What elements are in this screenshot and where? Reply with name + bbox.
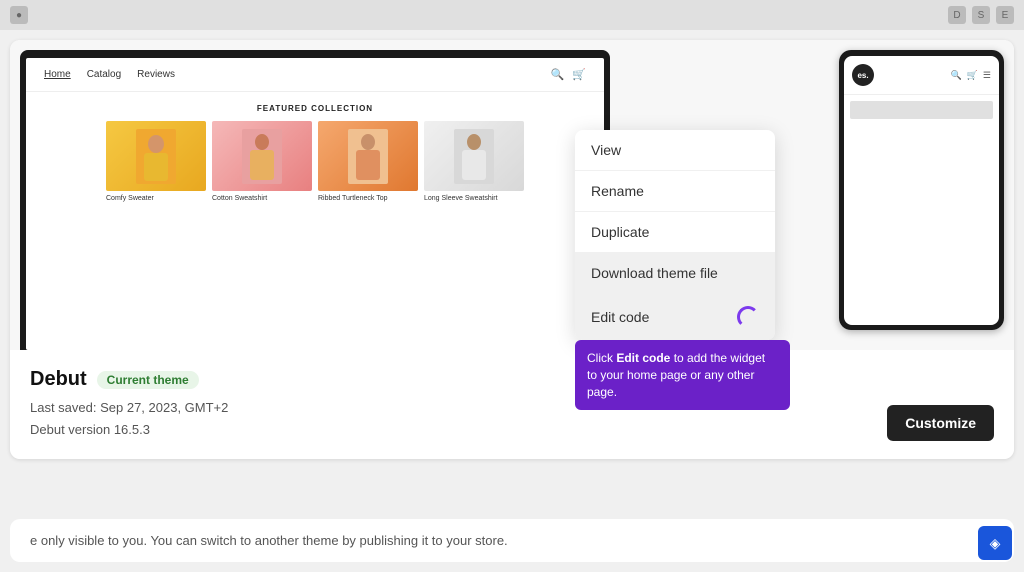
mobile-preview: es. 🔍 🛒 ☰ bbox=[839, 50, 1004, 330]
product-1-image bbox=[106, 121, 206, 191]
desktop-nav: Home Catalog Reviews 🔍 🛒 bbox=[26, 58, 604, 92]
dropdown-rename[interactable]: Rename bbox=[575, 171, 775, 212]
mobile-screen: es. 🔍 🛒 ☰ bbox=[844, 56, 999, 325]
dropdown-edit-code[interactable]: Edit code bbox=[575, 294, 775, 340]
nav-catalog: Catalog bbox=[87, 69, 121, 80]
theme-title-row: Debut Current theme bbox=[30, 368, 994, 391]
mobile-nav-icons: 🔍 🛒 ☰ bbox=[950, 70, 991, 81]
product-grid: Comfy Sweater Cotton Sweatshirt bbox=[26, 121, 604, 202]
edit-code-tooltip: Click Edit code to add the widget to you… bbox=[575, 340, 790, 410]
top-bar-icon-2[interactable]: S bbox=[972, 6, 990, 24]
desktop-nav-icons: 🔍 🛒 bbox=[551, 68, 586, 81]
top-bar: ● D S E bbox=[0, 0, 1024, 30]
loading-spinner bbox=[737, 306, 759, 328]
product-1-name: Comfy Sweater bbox=[106, 195, 206, 202]
top-bar-left-icon: ● bbox=[10, 6, 28, 24]
mobile-banner bbox=[850, 101, 993, 119]
product-3: Ribbed Turtleneck Top bbox=[318, 121, 418, 202]
customize-button[interactable]: Customize bbox=[887, 405, 994, 441]
theme-name: Debut bbox=[30, 368, 87, 391]
theme-preview: Home Catalog Reviews 🔍 🛒 FEATURED COLLEC… bbox=[10, 40, 1014, 350]
desktop-nav-links: Home Catalog Reviews bbox=[44, 69, 175, 80]
product-4-image bbox=[424, 121, 524, 191]
featured-title: FEATURED COLLECTION bbox=[26, 92, 604, 121]
dropdown-duplicate[interactable]: Duplicate bbox=[575, 212, 775, 253]
top-bar-icon-1[interactable]: D bbox=[948, 6, 966, 24]
dropdown-view[interactable]: View bbox=[575, 130, 775, 171]
product-2-name: Cotton Sweatshirt bbox=[212, 195, 312, 202]
theme-info: Debut Current theme Last saved: Sep 27, … bbox=[10, 350, 1014, 459]
product-2-image bbox=[212, 121, 312, 191]
edit-code-label: Edit code bbox=[591, 309, 649, 325]
dropdown-menu: View Rename Duplicate Download theme fil… bbox=[575, 130, 775, 340]
bottom-text: e only visible to you. You can switch to… bbox=[10, 519, 1014, 562]
main-content: Home Catalog Reviews 🔍 🛒 FEATURED COLLEC… bbox=[0, 30, 1024, 572]
bottom-right-button[interactable]: ◈ bbox=[978, 526, 1012, 560]
product-3-name: Ribbed Turtleneck Top bbox=[318, 195, 418, 202]
product-1: Comfy Sweater bbox=[106, 121, 206, 202]
current-theme-badge: Current theme bbox=[97, 371, 199, 389]
nav-reviews: Reviews bbox=[137, 69, 175, 80]
dropdown-download[interactable]: Download theme file bbox=[575, 253, 775, 294]
theme-card: Home Catalog Reviews 🔍 🛒 FEATURED COLLEC… bbox=[10, 40, 1014, 459]
product-3-image bbox=[318, 121, 418, 191]
nav-home: Home bbox=[44, 69, 71, 80]
product-4-name: Long Sleeve Sweatshirt bbox=[424, 195, 524, 202]
theme-last-saved: Last saved: Sep 27, 2023, GMT+2 bbox=[30, 397, 994, 419]
top-bar-icon-3[interactable]: E bbox=[996, 6, 1014, 24]
desktop-screen: Home Catalog Reviews 🔍 🛒 FEATURED COLLEC… bbox=[26, 58, 604, 350]
tooltip-text: to add the widget to your home page or a… bbox=[587, 351, 765, 399]
bottom-right-icon: ◈ bbox=[990, 535, 1001, 552]
mobile-logo: es. bbox=[852, 64, 874, 86]
desktop-preview: Home Catalog Reviews 🔍 🛒 FEATURED COLLEC… bbox=[20, 50, 610, 350]
product-4: Long Sleeve Sweatshirt bbox=[424, 121, 524, 202]
tooltip-bold: Edit code bbox=[616, 351, 670, 365]
mobile-nav: es. 🔍 🛒 ☰ bbox=[844, 56, 999, 95]
product-2: Cotton Sweatshirt bbox=[212, 121, 312, 202]
theme-version: Debut version 16.5.3 bbox=[30, 419, 994, 441]
